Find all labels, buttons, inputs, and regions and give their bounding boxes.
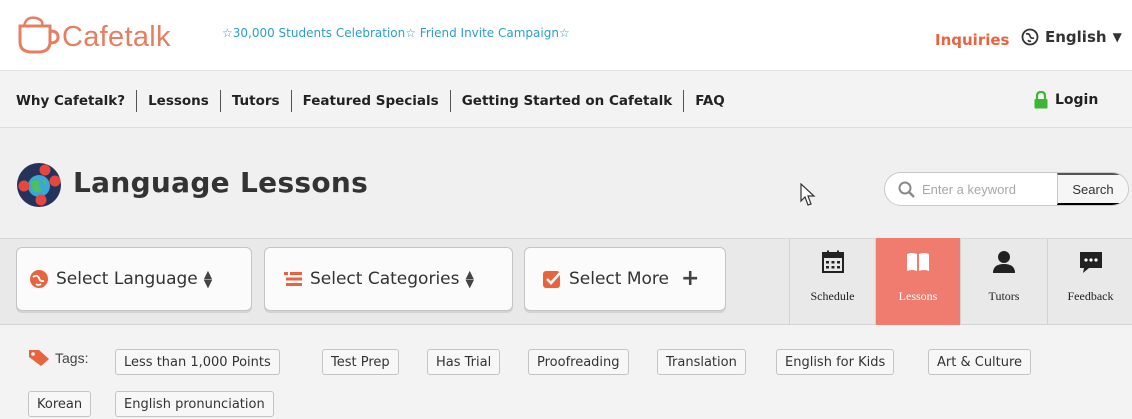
select-categories-button[interactable]: Select Categories ▲ ▼ — [264, 247, 513, 311]
tab-tutors-label: Tutors — [988, 289, 1020, 303]
select-language-label: Select Language — [56, 269, 198, 289]
language-globe-icon — [17, 163, 61, 207]
nav-getting-started[interactable]: Getting Started on Cafetalk — [451, 90, 683, 112]
language-label: English — [1045, 28, 1107, 46]
tab-lessons-label: Lessons — [898, 289, 938, 303]
sort-arrows-icon: ▲ ▼ — [465, 268, 474, 290]
mouse-cursor-icon — [800, 183, 816, 206]
nav-lessons[interactable]: Lessons — [137, 90, 220, 112]
tag-icon — [29, 350, 49, 366]
select-more-button[interactable]: Select More + — [524, 247, 726, 311]
tag-english-pronunciation[interactable]: English pronunciation — [115, 391, 274, 417]
inquiries-link[interactable]: Inquiries — [935, 31, 1009, 49]
tab-feedback-label: Feedback — [1067, 289, 1114, 303]
login-label: Login — [1055, 92, 1099, 108]
nav-faq[interactable]: FAQ — [684, 90, 736, 112]
tab-lessons[interactable]: Lessons — [875, 238, 960, 325]
tag-english-for-kids[interactable]: English for Kids — [776, 349, 895, 375]
calendar-icon — [821, 250, 844, 273]
tab-schedule-label: Schedule — [810, 289, 855, 303]
logo-text: Cafetalk — [62, 21, 171, 53]
list-icon — [284, 272, 302, 286]
select-language-button[interactable]: Select Language ▲ ▼ — [16, 247, 252, 311]
sort-arrows-icon: ▲ ▼ — [203, 268, 213, 290]
cup-icon — [18, 16, 60, 54]
tag-art-culture[interactable]: Art & Culture — [928, 349, 1032, 375]
site-header: Cafetalk ☆30,000 Students Celebration☆ F… — [0, 0, 1132, 70]
language-selector[interactable]: English ▼ — [1021, 28, 1122, 46]
tag-translation[interactable]: Translation — [657, 349, 746, 375]
lock-icon — [1034, 91, 1048, 109]
select-more-label: Select More — [569, 269, 669, 289]
cafetalk-logo[interactable]: Cafetalk — [14, 12, 171, 56]
tag-korean[interactable]: Korean — [28, 391, 92, 417]
campaign-link[interactable]: ☆30,000 Students Celebration☆ Friend Inv… — [222, 26, 570, 40]
speech-bubble-icon — [1079, 252, 1102, 273]
plus-icon: + — [681, 266, 700, 291]
view-tabs: Schedule Lessons Tutors Feedback — [789, 238, 1132, 325]
tab-feedback[interactable]: Feedback — [1047, 238, 1132, 325]
globe-icon — [30, 270, 48, 288]
tag-has-trial[interactable]: Has Trial — [427, 349, 501, 375]
search-button[interactable]: Search — [1057, 173, 1128, 205]
nav-why-cafetalk[interactable]: Why Cafetalk? — [16, 90, 136, 112]
person-icon — [993, 251, 1015, 273]
tag-less-than-1000-points[interactable]: Less than 1,000 Points — [115, 349, 280, 375]
search-input[interactable] — [885, 173, 1057, 205]
page-title: Language Lessons — [73, 166, 369, 199]
nav-featured-specials[interactable]: Featured Specials — [292, 90, 450, 112]
main-nav: Why Cafetalk? Lessons Tutors Featured Sp… — [0, 70, 1132, 128]
nav-items: Why Cafetalk? Lessons Tutors Featured Sp… — [16, 90, 736, 112]
tag-proofreading[interactable]: Proofreading — [528, 349, 629, 375]
book-icon — [907, 253, 929, 271]
checkbox-icon — [543, 271, 561, 288]
tab-schedule[interactable]: Schedule — [789, 238, 875, 325]
search-box: Search — [884, 172, 1129, 206]
tags-label: Tags: — [28, 349, 88, 367]
login-link[interactable]: Login — [1034, 91, 1098, 109]
chevron-down-icon: ▼ — [1112, 30, 1122, 44]
globe-icon — [1021, 28, 1039, 46]
nav-tutors[interactable]: Tutors — [221, 90, 291, 112]
select-categories-label: Select Categories — [310, 269, 460, 289]
tab-tutors[interactable]: Tutors — [960, 238, 1047, 325]
tag-test-prep[interactable]: Test Prep — [322, 349, 399, 375]
